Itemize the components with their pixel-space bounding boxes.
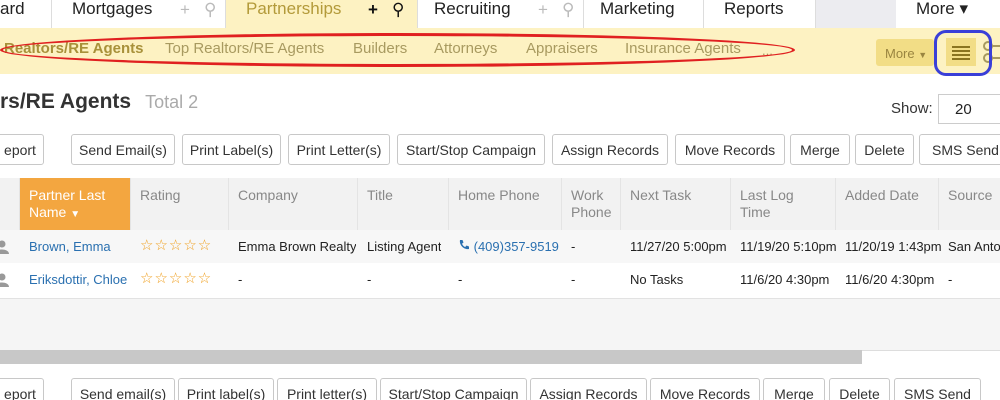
- th-last-log-time[interactable]: Last Log Time: [731, 178, 836, 230]
- partner-name-link[interactable]: Eriksdottir, Chloe: [29, 272, 127, 287]
- print-letter-button[interactable]: Print letter(s): [277, 378, 377, 400]
- subnav-more-button[interactable]: More ▼: [876, 39, 934, 66]
- work-phone-cell: -: [571, 272, 576, 287]
- source-cell: -: [948, 272, 953, 287]
- table-row[interactable]: Brown, Emma ☆☆☆☆☆ Emma Brown Realty List…: [0, 230, 1000, 263]
- title-cell: -: [367, 272, 372, 287]
- horizontal-scrollbar-track[interactable]: [862, 350, 1000, 364]
- table-row[interactable]: Eriksdottir, Chloe ☆☆☆☆☆ - - - - No Task…: [0, 263, 1000, 296]
- th-home-phone[interactable]: Home Phone: [449, 178, 562, 230]
- next-task-cell: 11/27/20 5:00pm: [630, 239, 727, 254]
- th-title[interactable]: Title: [358, 178, 449, 230]
- delete-button[interactable]: Delete: [829, 378, 890, 400]
- work-phone-cell: -: [571, 239, 576, 254]
- sms-send-button[interactable]: SMS Send: [919, 134, 1000, 165]
- horizontal-scrollbar-thumb[interactable]: [0, 350, 862, 364]
- total-count: Total 2: [145, 92, 199, 112]
- page-title: rs/RE Agents Total 2: [0, 90, 199, 113]
- move-records-button[interactable]: Move Records: [650, 378, 760, 400]
- th-partner-last-name[interactable]: Partner Last Name ▼: [20, 178, 131, 230]
- merge-button[interactable]: Merge: [763, 378, 825, 400]
- tab-marketing[interactable]: Marketing: [584, 0, 704, 28]
- th-source[interactable]: Source: [939, 178, 1000, 230]
- print-label-button[interactable]: Print label(s): [178, 378, 274, 400]
- sms-send-button[interactable]: SMS Send: [894, 378, 981, 400]
- tab-mortgages[interactable]: Mortgages + ⚲: [52, 0, 226, 28]
- show-label: Show:: [891, 100, 933, 117]
- assign-records-button[interactable]: Assign Records: [552, 134, 668, 165]
- search-icon[interactable]: ⚲: [204, 1, 216, 18]
- more-menu[interactable]: More ▾: [896, 0, 1000, 28]
- home-phone-link[interactable]: (409)357-9519: [458, 239, 559, 254]
- send-email-button[interactable]: Send Email(s): [71, 134, 175, 165]
- title-cell: Listing Agent: [367, 239, 442, 254]
- delete-button[interactable]: Delete: [855, 134, 914, 165]
- merge-button[interactable]: Merge: [790, 134, 850, 165]
- sort-desc-icon: ▼: [70, 209, 81, 220]
- next-task-cell: No Tasks: [630, 272, 684, 287]
- company-cell: -: [238, 272, 243, 287]
- assign-records-button[interactable]: Assign Records: [530, 378, 647, 400]
- print-letter-button[interactable]: Print Letter(s): [288, 134, 390, 165]
- tab-spacer: [816, 0, 896, 28]
- home-phone-cell: -: [458, 272, 463, 287]
- company-cell: Emma Brown Realty: [238, 239, 357, 254]
- th-added-date[interactable]: Added Date: [836, 178, 939, 230]
- export-button[interactable]: eport: [0, 134, 44, 165]
- top-nav: ard Mortgages + ⚲ Partnerships + ⚲ Recru…: [0, 0, 1000, 28]
- search-icon[interactable]: ⚲: [562, 1, 574, 18]
- tab-partnerships[interactable]: Partnerships + ⚲: [226, 0, 418, 28]
- page: ard Mortgages + ⚲ Partnerships + ⚲ Recru…: [0, 0, 1000, 400]
- star-rating[interactable]: ☆☆☆☆☆: [140, 236, 212, 254]
- move-records-button[interactable]: Move Records: [675, 134, 785, 165]
- annotation-red-ellipse: [0, 33, 795, 67]
- person-icon: [0, 273, 9, 287]
- send-email-button[interactable]: Send email(s): [71, 378, 175, 400]
- print-label-button[interactable]: Print Label(s): [182, 134, 281, 165]
- phone-icon: [459, 240, 469, 250]
- add-icon[interactable]: +: [538, 1, 548, 18]
- annotation-blue-box: [934, 30, 992, 76]
- source-cell: San Anto: [948, 239, 1000, 254]
- export-button[interactable]: eport: [0, 378, 44, 400]
- last-log-cell: 11/19/20 5:10pm: [740, 239, 837, 254]
- th-work-phone[interactable]: Work Phone: [562, 178, 621, 230]
- start-stop-campaign-button[interactable]: Start/Stop Campaign: [397, 134, 545, 165]
- partner-name-link[interactable]: Brown, Emma: [29, 239, 111, 254]
- person-icon: [0, 240, 9, 254]
- tab-dashboard[interactable]: ard: [0, 0, 52, 28]
- added-date-cell: 11/20/19 1:43pm: [845, 239, 942, 254]
- th-select: [0, 178, 20, 230]
- table-empty-area: [0, 298, 1000, 350]
- table-header: Partner Last Name ▼ Rating Company Title…: [0, 178, 1000, 230]
- page-size-select[interactable]: 20: [938, 94, 1000, 124]
- tab-recruiting[interactable]: Recruiting + ⚲: [418, 0, 584, 28]
- star-rating[interactable]: ☆☆☆☆☆: [140, 269, 212, 287]
- caret-down-icon: ▼: [918, 50, 928, 60]
- last-log-cell: 11/6/20 4:30pm: [740, 272, 830, 287]
- search-icon[interactable]: ⚲: [392, 1, 404, 18]
- th-next-task[interactable]: Next Task: [621, 178, 731, 230]
- th-company[interactable]: Company: [229, 178, 358, 230]
- th-rating[interactable]: Rating: [131, 178, 229, 230]
- add-icon[interactable]: +: [368, 1, 378, 18]
- add-icon[interactable]: +: [180, 1, 190, 18]
- added-date-cell: 11/6/20 4:30pm: [845, 272, 935, 287]
- start-stop-campaign-button[interactable]: Start/Stop Campaign: [380, 378, 527, 400]
- tab-reports[interactable]: Reports: [704, 0, 816, 28]
